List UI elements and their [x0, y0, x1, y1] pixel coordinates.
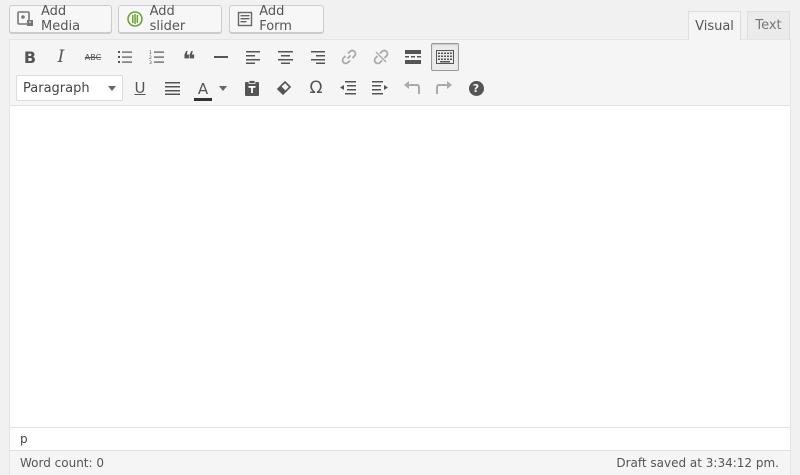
toolbar-row-1: B I ABC 1 2 3 ❝	[10, 42, 790, 72]
undo-icon[interactable]	[398, 74, 426, 102]
element-path: p	[10, 427, 790, 450]
editor-frame: B I ABC 1 2 3 ❝ Paragraph U A Ω ? p Word…	[9, 39, 791, 475]
align-center-icon[interactable]	[271, 43, 299, 71]
align-right-icon[interactable]	[303, 43, 331, 71]
paste-as-text-icon[interactable]	[238, 74, 266, 102]
blockquote-icon[interactable]: ❝	[175, 43, 203, 72]
element-path-item[interactable]: p	[20, 432, 28, 446]
toolbar-row-2: Paragraph U A Ω ?	[10, 73, 790, 103]
add-media-button[interactable]: Add Media	[9, 4, 112, 34]
format-select[interactable]: Paragraph	[16, 75, 123, 101]
toolbar-toggle-icon[interactable]	[431, 43, 459, 71]
tab-visual[interactable]: Visual	[688, 11, 741, 40]
svg-text:3: 3	[149, 60, 152, 64]
editor-toolbar: B I ABC 1 2 3 ❝ Paragraph U A Ω ?	[10, 40, 790, 106]
add-form-button[interactable]: Add Form	[229, 4, 324, 34]
strikethrough-icon[interactable]: ABC	[79, 43, 107, 71]
editor-content-area[interactable]	[10, 106, 790, 427]
numbered-list-icon[interactable]: 1 2 3	[143, 43, 171, 71]
media-buttons-bar: Add Media Add slider Add Form Visual Tex…	[0, 0, 800, 40]
add-slider-label: Add slider	[149, 4, 186, 34]
add-media-label: Add Media	[41, 4, 81, 34]
tab-text[interactable]: Text	[747, 11, 790, 39]
chevron-down-icon	[108, 86, 116, 91]
remove-link-icon[interactable]	[367, 43, 395, 71]
word-count: Word count: 0	[20, 456, 105, 470]
text-color-icon[interactable]: A	[190, 74, 230, 102]
insert-link-icon[interactable]	[335, 43, 363, 71]
format-select-value: Paragraph	[23, 80, 90, 96]
justify-icon[interactable]	[158, 74, 186, 102]
underline-icon[interactable]: U	[126, 74, 154, 102]
increase-indent-icon[interactable]	[366, 74, 394, 102]
bulleted-list-icon[interactable]	[111, 43, 139, 71]
redo-icon[interactable]	[430, 74, 458, 102]
decrease-indent-icon[interactable]	[334, 74, 362, 102]
add-media-icon	[17, 10, 35, 28]
help-icon[interactable]: ?	[462, 74, 490, 102]
slider-icon	[126, 10, 144, 28]
add-slider-button[interactable]: Add slider	[118, 4, 222, 34]
read-more-icon[interactable]	[399, 43, 427, 71]
chevron-down-icon	[219, 85, 227, 91]
bold-icon[interactable]: B	[16, 43, 44, 71]
status-bar: Word count: 0 Draft saved at 3:34:12 pm.	[10, 450, 790, 475]
clear-formatting-icon[interactable]	[270, 74, 298, 102]
add-form-label: Add Form	[259, 4, 292, 34]
align-left-icon[interactable]	[239, 43, 267, 71]
special-character-icon[interactable]: Ω	[302, 74, 330, 102]
italic-icon[interactable]: I	[47, 43, 75, 71]
horizontal-line-icon[interactable]	[207, 43, 235, 71]
draft-saved-status: Draft saved at 3:34:12 pm.	[616, 456, 779, 470]
form-icon	[237, 10, 253, 28]
